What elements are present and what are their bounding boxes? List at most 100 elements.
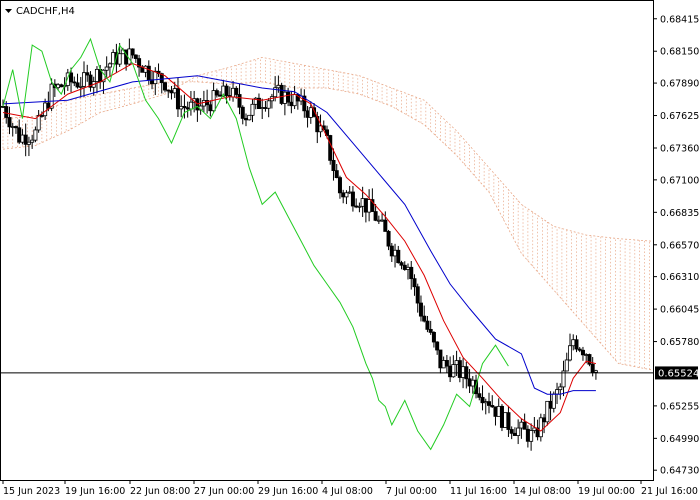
candle-body: [360, 198, 365, 207]
candle-body: [519, 421, 524, 429]
symbol-title: CADCHF,H4: [5, 6, 75, 17]
candle-body: [75, 82, 80, 88]
candle-body: [367, 199, 372, 213]
candle-body: [182, 105, 187, 109]
y-tick-label: 0.67360: [660, 144, 699, 155]
candle-body: [179, 105, 184, 110]
candle-body: [490, 405, 495, 408]
candle-body: [231, 87, 236, 98]
candle-body: [166, 89, 171, 92]
candle-body: [551, 393, 556, 409]
y-tick-label: 0.66835: [660, 208, 699, 219]
y-tick-label: 0.65255: [660, 401, 699, 412]
candle-body: [506, 412, 511, 430]
candle-body: [234, 87, 239, 95]
candle-body: [441, 360, 446, 369]
candle-body: [538, 417, 543, 438]
candle-body: [94, 68, 99, 82]
y-tick-label: 0.67625: [660, 111, 699, 122]
candle-body: [451, 364, 456, 378]
candle-body: [337, 177, 342, 194]
candle-body: [571, 339, 576, 347]
candle-body: [153, 70, 158, 85]
candle-body: [218, 94, 223, 97]
candle-body: [454, 360, 459, 365]
candle-body: [555, 389, 560, 395]
candle-body: [354, 205, 359, 208]
chart-window: 0.68415 0.68150 0.67890 0.67625 0.67360 0.671…: [0, 0, 700, 500]
y-tick-label: 0.66045: [660, 305, 699, 316]
candle-body: [237, 94, 242, 108]
candle-body: [146, 65, 151, 81]
candle-body: [580, 349, 585, 356]
candle-body: [188, 101, 193, 110]
candle-body: [493, 406, 498, 417]
candle-body: [357, 205, 362, 208]
candle-body: [185, 107, 190, 110]
candle-body: [584, 354, 589, 356]
candle-body: [107, 63, 112, 68]
candle-body: [470, 379, 475, 387]
price-chart: 0.68415 0.68150 0.67890 0.67625 0.67360 0.671…: [0, 0, 699, 497]
candle-body: [402, 264, 407, 270]
y-tick-label: 0.65780: [660, 337, 699, 348]
candle-body: [516, 427, 521, 436]
candle-body: [425, 320, 430, 330]
candle-body: [23, 134, 28, 145]
candle-body: [496, 405, 501, 417]
candle-body: [529, 430, 534, 442]
candle-body: [467, 378, 472, 387]
candle-body: [289, 101, 294, 107]
candle-body: [373, 211, 378, 221]
candle-body: [499, 405, 504, 428]
x-tick-label: 29 Jun 16:00: [258, 486, 318, 497]
candle-body: [415, 286, 420, 304]
candle-body: [49, 83, 54, 109]
candle-body: [208, 104, 213, 112]
candle-body: [172, 88, 177, 94]
candle-body: [412, 278, 417, 288]
candle-body: [383, 219, 388, 232]
candle-body: [347, 191, 352, 194]
candle-body: [341, 192, 346, 198]
candle-body: [286, 91, 291, 103]
candle-body: [444, 360, 449, 367]
candle-body: [39, 115, 44, 117]
x-tick-label: 22 Jun 08:00: [130, 486, 190, 497]
candle-body: [4, 106, 9, 118]
candle-body: [593, 370, 598, 373]
candle-body: [480, 396, 485, 404]
candle-body: [266, 100, 271, 109]
candle-body: [214, 90, 219, 96]
candle-body: [30, 139, 35, 143]
candle-body: [33, 129, 38, 141]
candle-body: [577, 348, 582, 351]
candle-body: [162, 82, 167, 91]
y-tick-label: 0.64730: [660, 466, 699, 477]
candle-body: [240, 106, 245, 119]
candle-body: [558, 386, 563, 391]
candle-body: [82, 72, 87, 87]
y-tick-label: 0.68415: [660, 14, 699, 25]
x-tick-label: 4 Jul 08:00: [322, 486, 373, 497]
candle-body: [435, 341, 440, 351]
candle-body: [503, 412, 508, 428]
candle-body: [43, 102, 48, 117]
candle-body: [431, 332, 436, 343]
candle-body: [130, 48, 135, 56]
candle-body: [532, 427, 537, 431]
candle-body: [389, 245, 394, 257]
candle-body: [522, 421, 527, 430]
candle-body: [393, 249, 398, 257]
y-tick-label: 0.68150: [660, 47, 699, 58]
candle-body: [17, 127, 22, 143]
candle-body: [104, 66, 109, 71]
candle-body: [85, 72, 90, 76]
current-price-label: 0.65524: [658, 368, 699, 379]
candle-body: [69, 72, 74, 83]
y-axis: 0.68415 0.68150 0.67890 0.67625 0.67360 0.671…: [653, 14, 699, 477]
candle-body: [224, 85, 229, 96]
candle-body: [7, 117, 12, 128]
x-tick-label: 21 Jul 16:00: [641, 486, 698, 497]
candle-body: [247, 114, 252, 121]
